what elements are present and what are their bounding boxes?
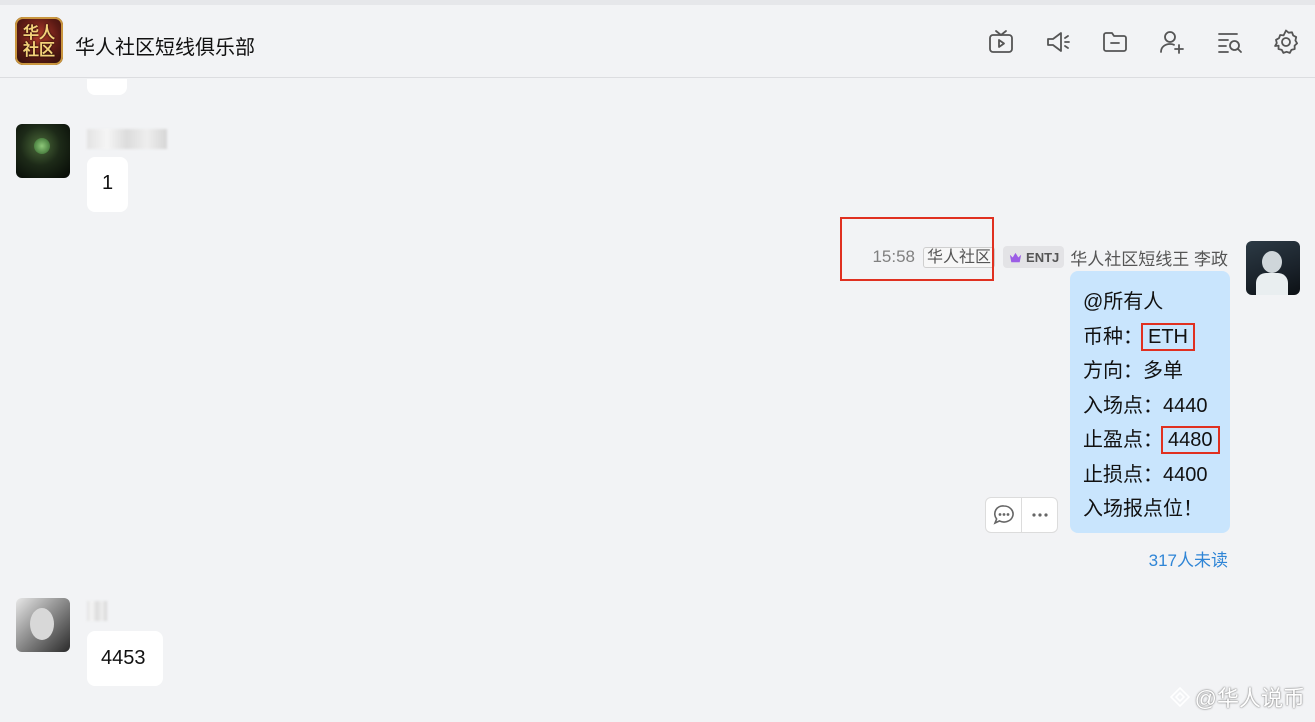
avatar-body [1256, 273, 1288, 295]
add-member-icon [1160, 31, 1184, 54]
sender-name-blurred [87, 129, 167, 149]
highlight-box-coin: ETH [1141, 322, 1195, 351]
mbti-badge: ENTJ [1003, 246, 1065, 268]
chat-header: 华人 社区 华人社区短线俱乐部 [0, 5, 1315, 78]
message-bubble[interactable]: 1 [87, 157, 128, 212]
group-avatar-text-2: 社区 [22, 40, 55, 59]
sender-name-blurred [87, 601, 107, 621]
message-line: @所有人 [1083, 291, 1164, 313]
avatar-face [30, 608, 54, 640]
files-button[interactable] [1096, 25, 1134, 59]
more-icon [1031, 513, 1048, 517]
live-button[interactable] [982, 25, 1020, 59]
header-toolbar [982, 25, 1305, 59]
watermark: @华人说币 [1169, 681, 1305, 713]
message-line: 止损点：4400 [1083, 463, 1208, 486]
watermark-text: @华人说币 [1194, 686, 1305, 711]
group-title[interactable]: 华人社区短线俱乐部 [75, 31, 255, 60]
message-line-label: 止盈点： [1083, 429, 1163, 451]
message-line: 入场报点位！ [1083, 498, 1203, 520]
message-line: 入场点：4440 [1083, 394, 1208, 417]
settings-icon [1274, 29, 1298, 54]
message-line: 止盈点： 4480 [1083, 423, 1230, 458]
avatar-head [1262, 251, 1282, 273]
reply-button[interactable] [986, 498, 1021, 532]
crown-icon [1009, 252, 1022, 262]
avatar[interactable] [16, 598, 70, 652]
add-member-button[interactable] [1153, 25, 1191, 59]
sender-name[interactable]: 华人社区短线王 李政 [1070, 245, 1228, 270]
unread-count-link[interactable]: 317人未读 [1149, 546, 1228, 571]
search-history-button[interactable] [1210, 25, 1248, 59]
mbti-badge-label: ENTJ [1026, 249, 1060, 265]
comment-icon [993, 505, 1014, 525]
avatar-glow [34, 138, 50, 154]
message-bubble[interactable]: 4453 [87, 631, 163, 686]
announcement-icon [1047, 32, 1070, 52]
live-icon [989, 30, 1013, 53]
folder-icon [1103, 32, 1127, 52]
group-avatar[interactable]: 华人 社区 [15, 17, 63, 65]
message-bubble-self[interactable]: @所有人 币种： ETH 方向：多单 入场点：4440 止盈点： 4480 止损点：… [1070, 271, 1230, 533]
highlight-box-take-profit: 4480 [1161, 426, 1220, 454]
message-line: 币种： ETH [1083, 320, 1230, 355]
settings-button[interactable] [1267, 25, 1305, 59]
previous-message-bubble [87, 79, 127, 95]
search-history-icon [1218, 33, 1242, 53]
announcement-button[interactable] [1039, 25, 1077, 59]
message-line: 方向：多单 [1083, 360, 1183, 382]
more-button[interactable] [1021, 498, 1057, 532]
message-actions [985, 497, 1058, 533]
avatar[interactable] [16, 124, 70, 178]
highlight-box-time-tag [840, 217, 994, 281]
avatar[interactable] [1246, 241, 1300, 295]
diamond-logo-icon [1169, 686, 1190, 708]
message-line-label: 币种： [1083, 325, 1143, 348]
group-avatar-text-1: 华人 [22, 23, 55, 42]
